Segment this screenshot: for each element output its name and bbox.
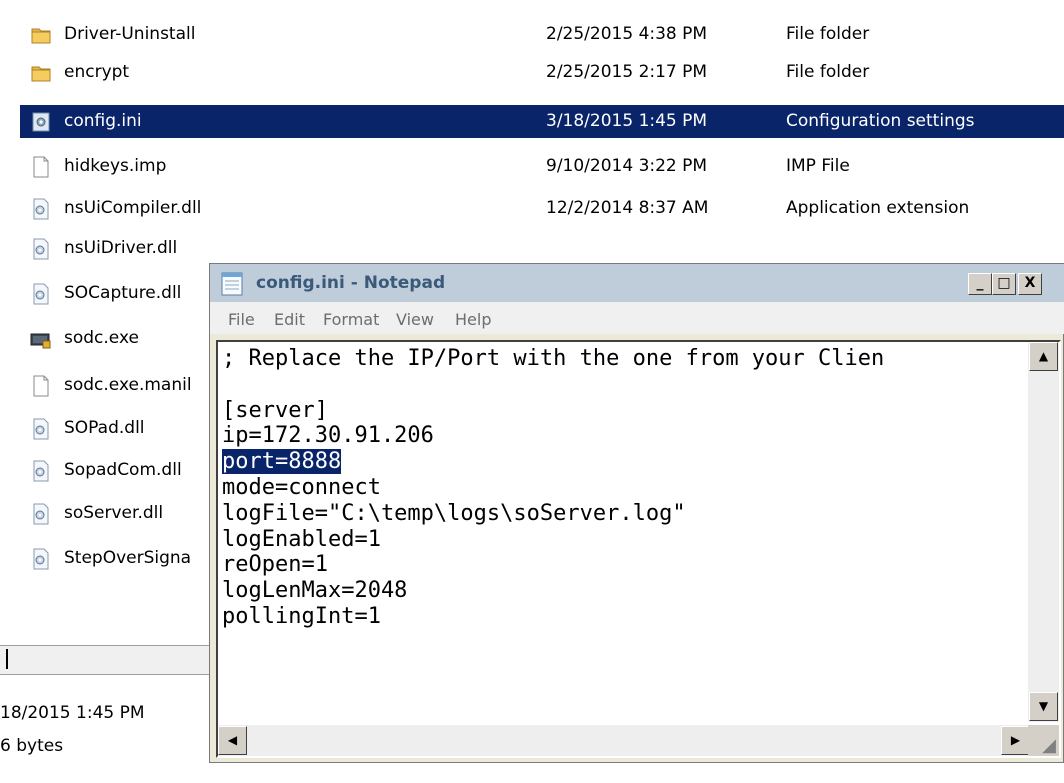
window-title: config.ini - Notepad (256, 273, 446, 293)
text-line (222, 372, 1022, 398)
file-name: Driver-Uninstall (64, 24, 196, 44)
file-name: soServer.dll (64, 503, 164, 523)
dll-file-icon (30, 198, 52, 220)
menu-edit[interactable]: Edit (274, 310, 305, 329)
scroll-down-arrow-icon[interactable]: ▼ (1029, 692, 1058, 721)
scroll-up-arrow-icon[interactable]: ▲ (1029, 342, 1058, 371)
file-row[interactable]: config.ini 3/18/2015 1:45 PM Configuration… (20, 105, 1064, 138)
file-name: StepOverSigna (64, 548, 192, 568)
file-name: SopadCom.dll (64, 460, 182, 480)
close-button[interactable]: X (1018, 273, 1042, 295)
selected-text[interactable]: port=8888 (222, 449, 342, 475)
file-date-modified: 2/25/2015 2:17 PM (546, 62, 708, 82)
text-line: port=8888 (222, 449, 1022, 475)
folder-icon (30, 62, 52, 84)
text-line: reOpen=1 (222, 552, 328, 578)
file-name: config.ini (64, 111, 142, 131)
menu-view[interactable]: View (396, 310, 434, 329)
file-name: sodc.exe.manil (64, 375, 192, 395)
file-name: encrypt (64, 62, 130, 82)
dll-file-icon (30, 238, 52, 260)
dll-file-icon (30, 460, 52, 482)
scroll-right-arrow-icon[interactable]: ▶ (1001, 726, 1030, 755)
file-row[interactable]: nsUiDriver.dll (20, 232, 1064, 265)
file-type: IMP File (786, 156, 850, 176)
dll-file-icon (30, 418, 52, 440)
menu-format[interactable]: Format (323, 310, 379, 329)
dll-file-icon (30, 503, 52, 525)
text-line: logLenMax=2048 (222, 578, 408, 604)
file-name: SOCapture.dll (64, 283, 182, 303)
notepad-icon (220, 272, 244, 296)
file-type: File folder (786, 62, 870, 82)
text-line: ; Replace the IP/Port with the one from … (222, 346, 885, 371)
file-date-modified: 2/25/2015 4:38 PM (546, 24, 708, 44)
blank-file-icon (30, 375, 52, 397)
file-row[interactable]: hidkeys.imp 9/10/2014 3:22 PM IMP File (20, 150, 1064, 183)
menu-file[interactable]: File (228, 310, 255, 329)
file-row[interactable]: encrypt 2/25/2015 2:17 PM File folder (20, 56, 1064, 89)
resize-grip-icon: ◢ (1042, 735, 1056, 756)
dll-file-icon (30, 283, 52, 305)
file-name: nsUiCompiler.dll (64, 198, 202, 218)
notepad-titlebar[interactable]: config.ini - Notepad _ □ X (210, 264, 1064, 302)
file-name: sodc.exe (64, 328, 139, 348)
exe-file-icon (30, 328, 52, 350)
file-date-modified: 12/2/2014 8:37 AM (546, 198, 709, 218)
splitter-notch (6, 649, 8, 669)
text-editor[interactable]: ; Replace the IP/Port with the one from … (216, 340, 1061, 758)
notepad-window: config.ini - Notepad _ □ X File Edit For… (209, 263, 1064, 763)
file-name: hidkeys.imp (64, 156, 167, 176)
blank-file-icon (30, 156, 52, 178)
vertical-scrollbar[interactable]: ▲ ▼ (1028, 342, 1059, 722)
file-date-modified: 3/18/2015 1:45 PM (546, 111, 708, 131)
folder-icon (30, 24, 52, 46)
editor-text-area[interactable]: ; Replace the IP/Port with the one from … (222, 346, 1022, 724)
file-row[interactable]: nsUiCompiler.dll 12/2/2014 8:37 AM Applica… (20, 192, 1064, 225)
text-line: [server] (222, 397, 328, 423)
text-line: pollingInt=1 (222, 603, 381, 629)
menu-help[interactable]: Help (455, 310, 491, 329)
file-row[interactable]: Driver-Uninstall 2/25/2015 4:38 PM File fo… (20, 18, 1064, 51)
text-line: ip=172.30.91.206 (222, 423, 434, 449)
dll-file-icon (30, 548, 52, 570)
details-pane-splitter[interactable] (0, 645, 210, 675)
maximize-button[interactable]: □ (992, 273, 1016, 295)
text-line: logFile="C:\temp\logs\soServer.log" (222, 500, 686, 526)
text-line: mode=connect (222, 474, 381, 500)
file-date-modified: 9/10/2014 3:22 PM (546, 156, 708, 176)
details-date-modified: 18/2015 1:45 PM (0, 703, 145, 723)
file-type: Configuration settings (786, 111, 975, 131)
file-name: nsUiDriver.dll (64, 238, 178, 258)
menu-bar: File Edit Format View Help (210, 302, 1064, 334)
file-type: File folder (786, 24, 870, 44)
minimize-button[interactable]: _ (968, 273, 992, 295)
scroll-left-arrow-icon[interactable]: ◀ (218, 726, 247, 755)
details-size: 6 bytes (0, 736, 64, 756)
file-name: SOPad.dll (64, 418, 145, 438)
config-file-icon (30, 111, 52, 133)
resize-grip[interactable]: ◢ (1028, 725, 1059, 756)
text-line: logEnabled=1 (222, 526, 381, 552)
file-type: Application extension (786, 198, 970, 218)
horizontal-scrollbar[interactable]: ◀ ▶ (218, 725, 1030, 756)
